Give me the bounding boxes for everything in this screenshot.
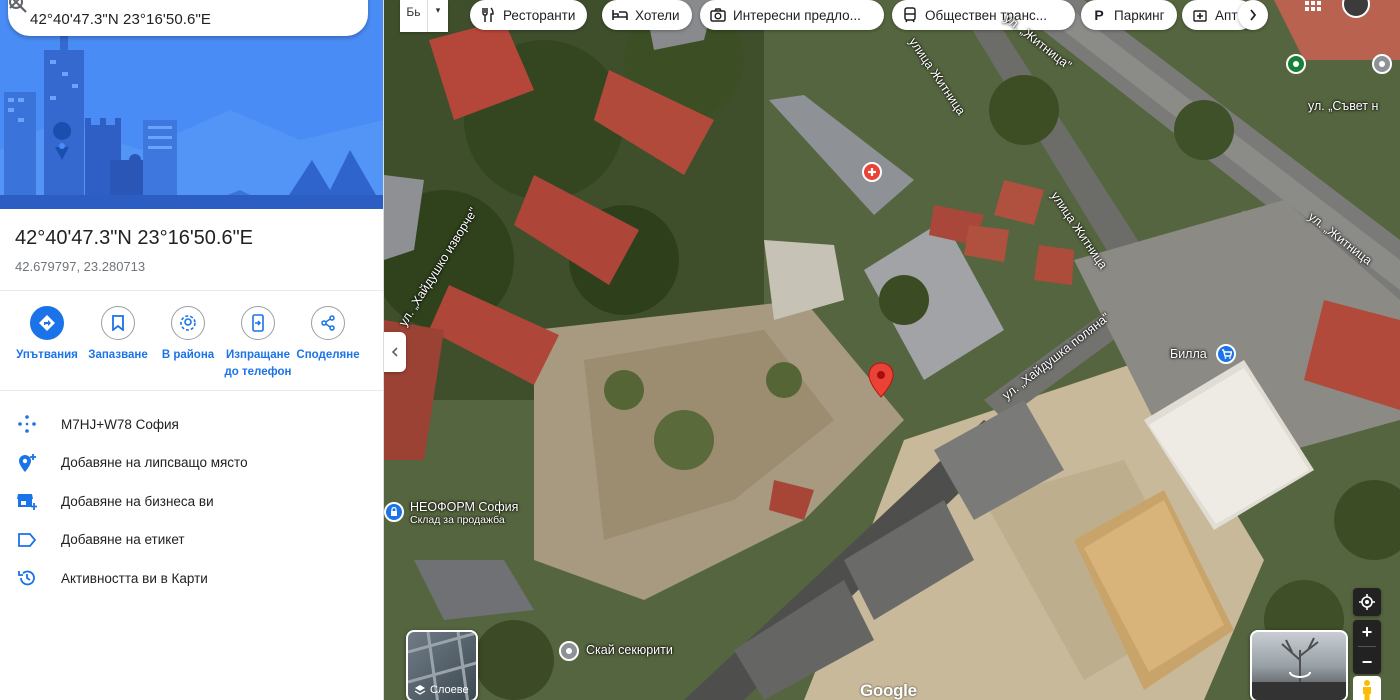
history-icon [16, 567, 38, 589]
business-poi-icon[interactable] [559, 641, 579, 661]
chip-restaurants-label: Ресторанти [503, 7, 576, 23]
chip-attractions-label: Интересни предло... [733, 7, 861, 23]
add-place-row[interactable]: Добавяне на липсващо място [0, 444, 383, 483]
action-buttons: Упътвания Запазване В района Изпращане д… [0, 306, 383, 386]
satellite-map[interactable]: Бь ▾ Ресторанти Хотели Интересни предло.… [384, 0, 1400, 700]
chip-hotels[interactable]: Хотели [602, 0, 692, 30]
zoom-out-icon[interactable]: − [1362, 653, 1373, 671]
chip-pharmacy-label: Апт [1215, 7, 1238, 23]
hero-illustration: 42°40'47.3"N 23°16'50.6"E [0, 0, 383, 209]
shopping-cart-icon[interactable] [1216, 344, 1236, 364]
share-button[interactable]: Споделяне [288, 306, 368, 364]
divider [0, 290, 383, 291]
directions-button[interactable]: Упътвания [7, 306, 87, 364]
poi-neoform-sub: Склад за продажба [410, 514, 505, 526]
hotel-icon [612, 7, 628, 23]
plus-code-icon [16, 413, 38, 435]
place-title: 42°40'47.3"N 23°16'50.6"E [15, 227, 254, 249]
place-poi-icon[interactable] [1372, 54, 1392, 74]
chip-attractions[interactable]: Интересни предло... [700, 0, 884, 30]
google-maps-app: 42°40'47.3"N 23°16'50.6"E 42°40'47.3"N 2… [0, 0, 1400, 700]
layers-icon [414, 685, 426, 695]
nearby-label: В района [161, 349, 215, 361]
transit-icon [902, 7, 918, 23]
restaurant-icon [480, 7, 496, 23]
satellite-imagery [384, 0, 1400, 700]
language-short: Бь [400, 0, 428, 32]
send-to-phone-icon [241, 306, 275, 340]
save-button[interactable]: Запазване [78, 306, 158, 364]
chip-transit-label: Обществен транс... [925, 7, 1048, 23]
add-business-icon [16, 490, 38, 512]
chevron-right-icon [1250, 9, 1257, 21]
plus-code-row[interactable]: M7HJ+W78 София [0, 405, 383, 444]
chip-parking[interactable]: P Паркинг [1081, 0, 1177, 30]
street-view-preview[interactable] [1250, 630, 1348, 700]
chevron-down-icon: ▾ [435, 5, 441, 15]
search-input[interactable]: 42°40'47.3"N 23°16'50.6"E [30, 3, 282, 28]
layers-button[interactable]: Слоеве [406, 630, 478, 700]
add-business-row[interactable]: Добавяне на бизнеса ви [0, 482, 383, 521]
save-label: Запазване [88, 349, 148, 361]
google-logo: Google [860, 681, 917, 700]
chevron-left-icon [391, 347, 398, 357]
layers-label: Слоеве [430, 684, 469, 696]
activity-row[interactable]: Активността ви в Карти [0, 559, 383, 598]
street-label: ул. „Съвет н [1308, 99, 1379, 113]
share-icon [311, 306, 345, 340]
close-icon[interactable] [9, 0, 362, 35]
poi-neoform-label[interactable]: НЕОФОРМ София [410, 500, 518, 514]
add-label-text: Добавяне на етикет [61, 532, 185, 548]
divider [1358, 646, 1376, 648]
poi-billa-label[interactable]: Билла [1170, 347, 1207, 361]
layers-label-row: Слоеве [414, 684, 469, 696]
nearby-icon [171, 306, 205, 340]
share-label: Споделяне [296, 349, 360, 361]
add-label-row[interactable]: Добавяне на етикет [0, 521, 383, 560]
add-place-text: Добавяне на липсващо място [61, 455, 248, 471]
street-view-thumbnail [1252, 637, 1346, 700]
apps-grid-icon[interactable] [1304, 0, 1322, 14]
place-info-list: M7HJ+W78 София Добавяне на липсващо мяст… [0, 405, 383, 598]
poi-sky-label[interactable]: Скай секюрити [586, 643, 673, 657]
nearby-button[interactable]: В района [148, 306, 228, 364]
add-business-text: Добавяне на бизнеса ви [61, 493, 214, 509]
label-icon [16, 529, 38, 551]
parking-icon: P [1094, 7, 1104, 23]
place-decimal-coords: 42.679797, 23.280713 [15, 259, 146, 274]
chip-restaurants[interactable]: Ресторанти [470, 0, 588, 30]
send-to-phone-button[interactable]: Изпращане до телефон [218, 306, 298, 381]
collapse-panel-button[interactable] [384, 332, 406, 372]
language-switch[interactable]: Бь ▾ [400, 0, 448, 32]
directions-label: Упътвания [16, 349, 78, 361]
send-to-phone-label: Изпращане до телефон [224, 349, 292, 378]
plus-code-text: M7HJ+W78 София [61, 416, 179, 432]
bookmark-icon [101, 306, 135, 340]
camera-icon [710, 7, 726, 23]
my-location-icon [1359, 594, 1375, 610]
search-box[interactable]: 42°40'47.3"N 23°16'50.6"E [8, 0, 368, 36]
divider [0, 390, 383, 391]
add-place-icon [16, 452, 38, 474]
store-poi-icon[interactable] [384, 502, 404, 522]
medical-poi-icon[interactable] [862, 162, 882, 182]
chip-parking-label: Паркинг [1114, 7, 1165, 23]
park-poi-icon[interactable] [1286, 54, 1306, 74]
directions-icon [30, 306, 64, 340]
place-side-panel: 42°40'47.3"N 23°16'50.6"E 42°40'47.3"N 2… [0, 0, 384, 700]
location-pin-icon[interactable] [868, 362, 894, 398]
pegman-icon[interactable] [1353, 676, 1381, 700]
chip-hotels-label: Хотели [635, 7, 680, 23]
activity-text: Активността ви в Карти [61, 570, 208, 586]
zoom-controls: + − [1353, 620, 1381, 674]
chips-more-button[interactable] [1238, 0, 1268, 30]
my-location-button[interactable] [1353, 588, 1381, 616]
pharmacy-icon [1192, 7, 1208, 23]
chip-transit[interactable]: Обществен транс... [892, 0, 1075, 30]
search-icon[interactable] [9, 0, 322, 35]
zoom-in-icon[interactable]: + [1362, 623, 1373, 641]
